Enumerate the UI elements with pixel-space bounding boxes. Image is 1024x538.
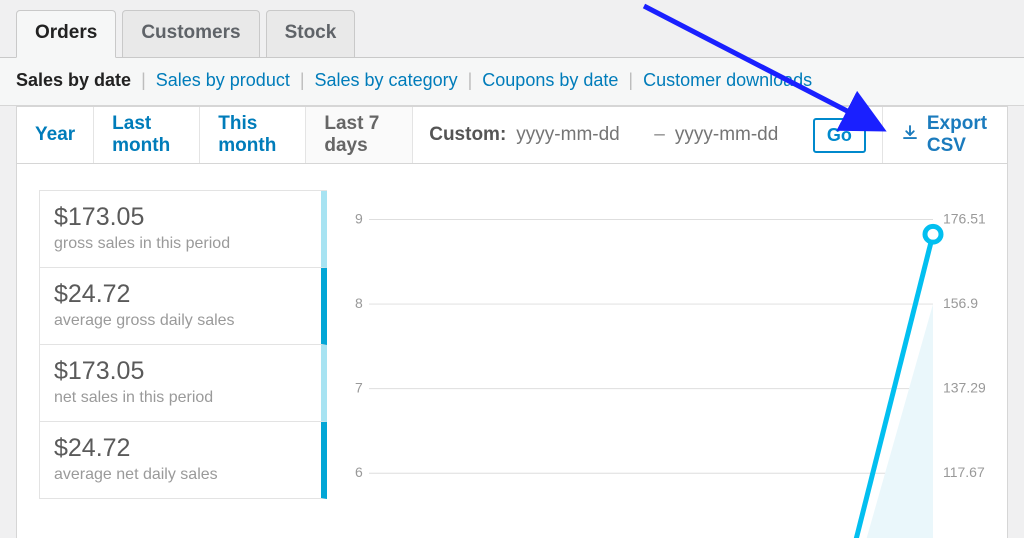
- left-tick: 6: [355, 464, 363, 480]
- stat-value: $24.72: [54, 280, 307, 309]
- tab-orders[interactable]: Orders: [16, 10, 116, 58]
- range-last-month-button[interactable]: Last month: [94, 107, 200, 163]
- range-year-button[interactable]: Year: [17, 107, 94, 163]
- range-custom-group: Custom: – Go: [413, 107, 883, 163]
- left-tick: 9: [355, 211, 363, 227]
- stat-gross-sales[interactable]: $173.05 gross sales in this period: [39, 191, 327, 268]
- stat-average-gross[interactable]: $24.72 average gross daily sales: [39, 268, 327, 345]
- export-csv-button[interactable]: Export CSV: [883, 107, 1007, 163]
- right-tick: 137.29: [943, 380, 985, 396]
- stat-value: $173.05: [54, 203, 307, 232]
- subnav-sales-by-product[interactable]: Sales by product: [156, 70, 290, 91]
- chart-data-point: [925, 226, 941, 242]
- range-this-month-button[interactable]: This month: [200, 107, 306, 163]
- export-csv-label: Export CSV: [927, 113, 989, 157]
- stat-net-sales[interactable]: $173.05 net sales in this period: [39, 345, 327, 422]
- chart-area: [865, 304, 933, 538]
- separator: |: [139, 70, 148, 91]
- subnav-customer-downloads[interactable]: Customer downloads: [643, 70, 812, 91]
- right-tick: 156.9: [943, 295, 978, 311]
- stat-value: $173.05: [54, 357, 307, 386]
- tab-stock[interactable]: Stock: [266, 10, 356, 57]
- date-end-input[interactable]: [675, 124, 803, 146]
- stat-label: average net daily sales: [54, 466, 307, 484]
- stat-label: average gross daily sales: [54, 312, 307, 330]
- chart-pane: 9 8 7 6 176.51 156.9 137.29 117.67: [345, 190, 985, 538]
- range-last-7-days-button[interactable]: Last 7 days: [306, 107, 413, 163]
- report-subnav: Sales by date | Sales by product | Sales…: [0, 57, 1024, 106]
- stat-value: $24.72: [54, 434, 307, 463]
- tab-customers[interactable]: Customers: [122, 10, 259, 57]
- go-button[interactable]: Go: [813, 118, 866, 153]
- stat-label: gross sales in this period: [54, 235, 307, 253]
- subnav-coupons-by-date[interactable]: Coupons by date: [482, 70, 618, 91]
- separator: |: [466, 70, 475, 91]
- report-body: $173.05 gross sales in this period $24.7…: [17, 164, 1007, 538]
- subnav-sales-by-date: Sales by date: [16, 70, 131, 91]
- left-tick: 8: [355, 295, 363, 311]
- left-tick: 7: [355, 380, 363, 396]
- download-icon: [901, 123, 919, 147]
- stats-column: $173.05 gross sales in this period $24.7…: [39, 190, 327, 538]
- date-range-dash: –: [654, 124, 665, 146]
- separator: |: [626, 70, 635, 91]
- stat-label: net sales in this period: [54, 389, 307, 407]
- subnav-sales-by-category[interactable]: Sales by category: [315, 70, 458, 91]
- sales-chart: 9 8 7 6 176.51 156.9 137.29 117.67: [345, 190, 985, 538]
- stat-average-net[interactable]: $24.72 average net daily sales: [39, 422, 327, 499]
- right-tick: 176.51: [943, 211, 985, 227]
- date-range-bar: Year Last month This month Last 7 days C…: [17, 106, 1007, 164]
- report-container: Year Last month This month Last 7 days C…: [16, 106, 1008, 538]
- range-custom-label: Custom:: [429, 124, 506, 146]
- separator: |: [298, 70, 307, 91]
- top-tabs: Orders Customers Stock: [0, 0, 1024, 57]
- right-tick: 117.67: [943, 464, 985, 480]
- date-start-input[interactable]: [516, 124, 644, 146]
